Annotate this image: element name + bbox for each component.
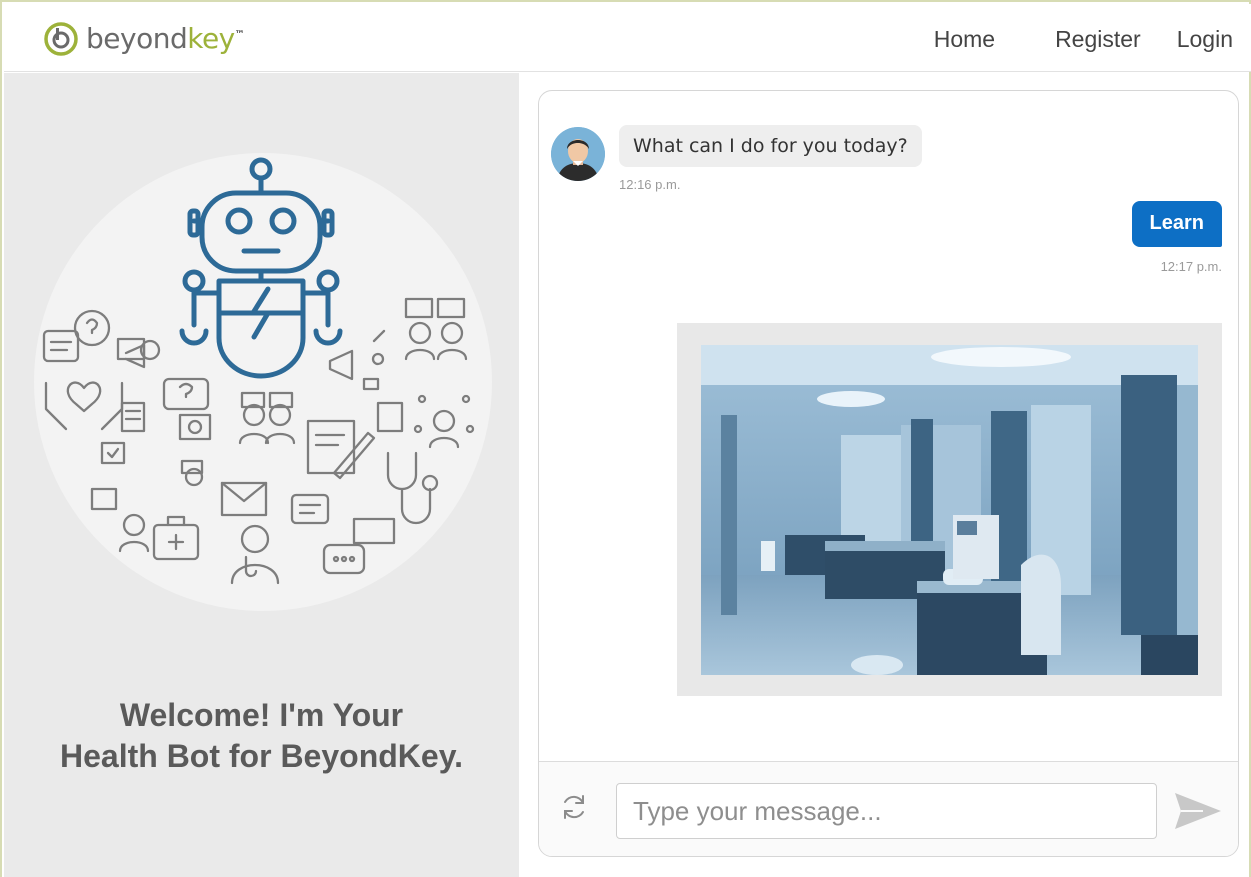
send-icon[interactable] xyxy=(1173,790,1223,832)
bot-message-time: 12:16 p.m. xyxy=(619,177,681,192)
bot-message-bubble: What can I do for you today? xyxy=(619,125,922,167)
image-card[interactable] xyxy=(677,323,1222,696)
question-bubble-icon xyxy=(162,377,212,441)
welcome-message: Welcome! I'm Your Health Bot for BeyondK… xyxy=(4,695,519,777)
doctors-icon xyxy=(238,391,296,445)
chat-bubbles-icon xyxy=(290,493,396,575)
nav-register-link[interactable]: Register xyxy=(1055,26,1141,53)
question-chat-icon xyxy=(42,309,111,363)
chat-window: What can I do for you today? 12:16 p.m. … xyxy=(538,90,1239,857)
robot-icon xyxy=(179,157,343,379)
doctor-icon xyxy=(230,524,280,585)
refresh-icon[interactable] xyxy=(559,792,589,822)
health-bot-illustration xyxy=(42,157,475,585)
nav-login-link[interactable]: Login xyxy=(1177,26,1233,53)
top-header: beyondkey™ Home Register Login xyxy=(4,4,1251,72)
message-input-bar xyxy=(539,761,1238,856)
envelope-icon xyxy=(220,481,268,517)
people-chat-icon xyxy=(404,297,468,361)
stethoscope-icon xyxy=(386,451,439,525)
top-nav: Home Register Login xyxy=(934,26,1233,53)
user-message-bubble: Learn xyxy=(1131,201,1222,247)
user-message-time: 12:17 p.m. xyxy=(1160,259,1222,274)
welcome-line-2: Health Bot for BeyondKey. xyxy=(60,738,463,774)
logo[interactable]: beyondkey™ xyxy=(44,22,245,56)
nurse-network-icon xyxy=(376,394,475,449)
logo-mark-icon xyxy=(44,22,78,56)
nav-home-link[interactable]: Home xyxy=(934,26,995,53)
megaphone-icon xyxy=(116,337,161,369)
nurses-icon xyxy=(90,459,204,553)
clipboard-icon xyxy=(100,401,146,465)
heart-hands-icon xyxy=(44,381,124,431)
message-input[interactable] xyxy=(616,783,1157,839)
writing-icon xyxy=(306,419,376,480)
welcome-line-1: Welcome! I'm Your xyxy=(119,697,404,733)
app-frame: beyondkey™ Home Register Login Welcome! … xyxy=(0,0,1251,877)
bot-avatar-icon xyxy=(551,127,605,181)
logo-text: beyondkey™ xyxy=(86,22,245,55)
hospital-room-image xyxy=(701,345,1198,675)
medical-kit-icon xyxy=(152,515,200,561)
message-list[interactable]: What can I do for you today? 12:16 p.m. … xyxy=(539,91,1238,761)
left-panel: Welcome! I'm Your Health Bot for BeyondK… xyxy=(4,73,519,877)
